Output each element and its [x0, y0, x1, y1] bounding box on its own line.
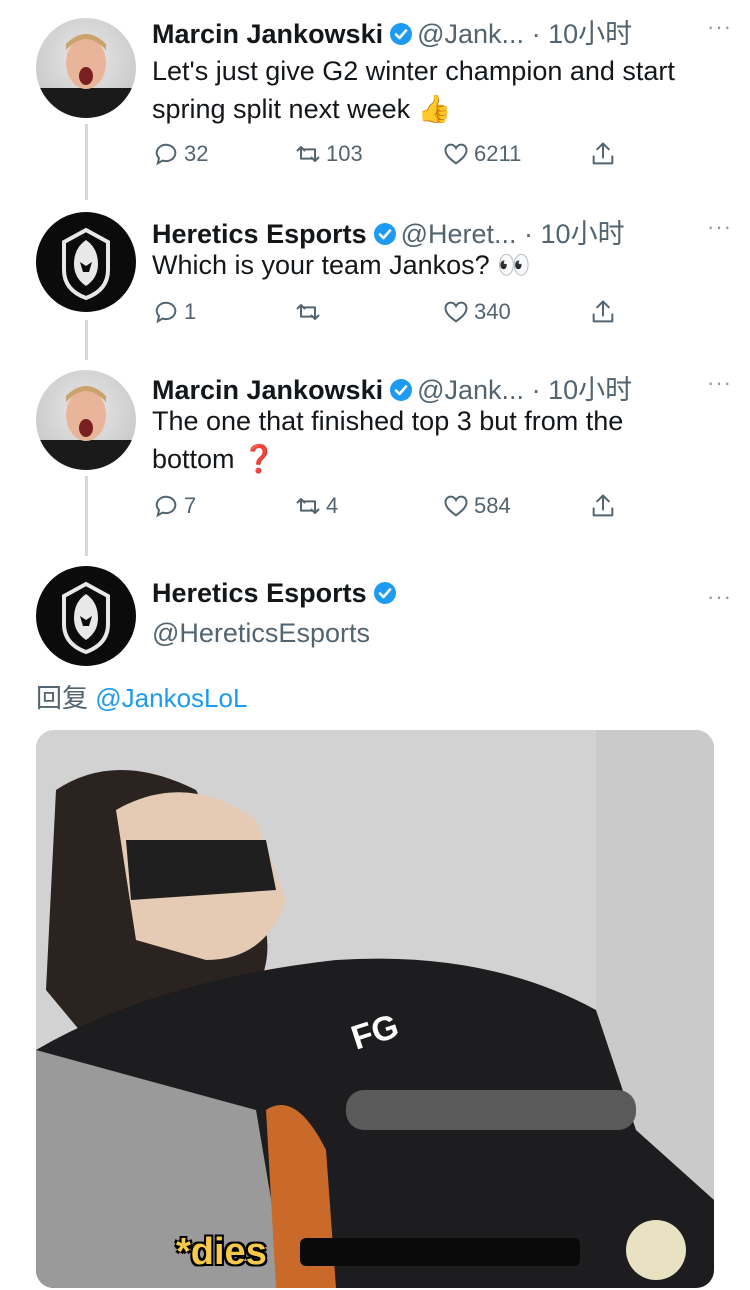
timestamp[interactable]: · 10小时: [532, 375, 633, 405]
tweet-header: Heretics Esports: [152, 578, 730, 618]
retweet-icon: [296, 304, 320, 320]
reply-to-link[interactable]: @JankosLoL: [95, 683, 247, 713]
share-icon: [592, 142, 614, 165]
tweet-header: Marcin Jankowski @Jank... · 10小时: [152, 12, 730, 52]
author-handle[interactable]: @Jank...: [417, 375, 524, 405]
reply-button[interactable]: 1: [152, 298, 196, 326]
person-avatar-icon: [36, 34, 136, 118]
tweet-text: Let's just give G2 winter champion and s…: [152, 56, 675, 124]
tweet-1[interactable]: Marcin Jankowski @Jank... · 10小时 ··· Let'…: [0, 0, 750, 200]
author-handle[interactable]: @Jank...: [417, 19, 524, 49]
reply-icon: [155, 143, 177, 166]
share-icon: [592, 494, 614, 517]
timestamp[interactable]: · 10小时: [524, 219, 625, 249]
tweet-actions: 32 103 6211: [152, 140, 632, 174]
media-caption: *dies: [176, 1231, 267, 1273]
retweet-icon: [296, 146, 320, 162]
reply-icon: [155, 495, 177, 518]
reply-button[interactable]: 7: [152, 492, 196, 520]
like-count: 6211: [474, 141, 522, 166]
thread-line: [85, 320, 88, 360]
retweet-button[interactable]: 4: [294, 492, 338, 520]
reply-icon: [155, 301, 177, 324]
avatar[interactable]: [36, 370, 136, 470]
reply-button[interactable]: 32: [152, 140, 208, 168]
avatar[interactable]: [36, 18, 136, 118]
share-icon: [592, 300, 614, 323]
author-name[interactable]: Marcin Jankowski: [152, 19, 383, 49]
avatar[interactable]: [36, 212, 136, 312]
author-name[interactable]: Marcin Jankowski: [152, 375, 383, 405]
retweet-icon: [296, 498, 320, 514]
tweet-text: The one that finished top 3 but from the…: [152, 406, 624, 474]
person-avatar-icon: [36, 386, 136, 470]
more-options-icon[interactable]: ···: [707, 214, 732, 240]
author-handle[interactable]: @HereticsEsports: [152, 614, 712, 652]
author-name[interactable]: Heretics Esports: [152, 219, 367, 249]
tweet-media[interactable]: FG *dies: [36, 730, 714, 1288]
more-options-icon[interactable]: ···: [707, 370, 732, 396]
author-handle[interactable]: @Heret...: [401, 219, 517, 249]
media-image-icon: FG: [36, 730, 714, 1288]
author-name[interactable]: Heretics Esports: [152, 578, 367, 608]
more-options-icon[interactable]: ···: [707, 584, 732, 610]
tweet-actions: 1 340: [152, 298, 632, 332]
like-count: 340: [474, 299, 511, 324]
reply-context: 回复 @JankosLoL: [36, 678, 247, 715]
retweet-button[interactable]: [294, 298, 326, 326]
verified-icon: [373, 581, 397, 612]
like-button[interactable]: 584: [442, 492, 511, 520]
thread-line: [85, 476, 88, 556]
like-button[interactable]: 340: [442, 298, 511, 326]
share-button[interactable]: [589, 492, 621, 520]
heart-icon: [444, 143, 468, 165]
thread-line: [85, 124, 88, 200]
heretics-logo-icon: [62, 581, 110, 655]
redaction-bar: [300, 1238, 580, 1266]
heart-icon: [444, 495, 468, 517]
reply-count: 1: [184, 299, 197, 324]
heretics-logo-icon: [62, 227, 110, 301]
verified-icon: [389, 22, 413, 53]
share-button[interactable]: [589, 298, 621, 326]
tweet-3[interactable]: Marcin Jankowski @Jank... · 10小时 ··· The …: [0, 356, 750, 556]
retweet-button[interactable]: 103: [294, 140, 363, 168]
share-button[interactable]: [589, 140, 621, 168]
reply-count: 7: [184, 493, 197, 518]
retweet-count: 4: [326, 493, 339, 518]
tweet-actions: 7 4 584: [152, 492, 632, 526]
like-count: 584: [474, 493, 511, 518]
tweet-text: Which is your team Jankos? 👀: [152, 250, 531, 280]
retweet-count: 103: [326, 141, 363, 166]
reply-prefix: 回复: [36, 683, 89, 713]
timestamp[interactable]: · 10小时: [532, 19, 633, 49]
tweet-2[interactable]: Heretics Esports @Heret... · 10小时 ··· Whi…: [0, 200, 750, 360]
avatar[interactable]: [36, 566, 136, 666]
heart-icon: [444, 301, 468, 323]
reply-count: 32: [184, 141, 209, 166]
more-options-icon[interactable]: ···: [707, 14, 732, 40]
like-button[interactable]: 6211: [442, 140, 521, 168]
